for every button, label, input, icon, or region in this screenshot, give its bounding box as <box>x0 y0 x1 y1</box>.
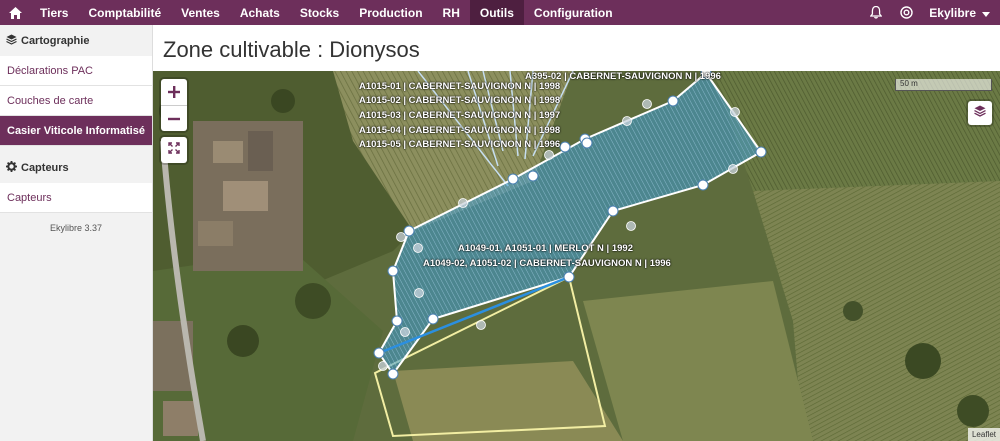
home-icon[interactable] <box>0 0 30 25</box>
globe-icon[interactable] <box>891 0 921 25</box>
page-title: Zone cultivable : Dionysos <box>163 37 420 62</box>
caret-down-icon <box>982 6 990 20</box>
sidebar-section-capteurs: Capteurs <box>0 152 152 183</box>
parcel-label: A1049-02, A1051-02 | CABERNET-SAUVIGNON … <box>423 258 671 269</box>
sidebar-item-capteurs[interactable]: Capteurs <box>0 183 152 213</box>
sidebar-item-declarations-pac[interactable]: Déclarations PAC <box>0 56 152 86</box>
nav-configuration[interactable]: Configuration <box>524 0 623 25</box>
parcel-label: A1015-01 | CABERNET-SAUVIGNON N | 1998 <box>359 81 561 92</box>
parcel-label: A1015-04 | CABERNET-SAUVIGNON N | 1998 <box>359 125 561 136</box>
nav-production[interactable]: Production <box>349 0 432 25</box>
nav-achats[interactable]: Achats <box>230 0 290 25</box>
sidebar-item-casier-viticole[interactable]: Casier Viticole Informatisé <box>0 116 152 146</box>
nav-comptabilite[interactable]: Comptabilité <box>78 0 171 25</box>
layers-icon <box>6 34 17 48</box>
nav-outils[interactable]: Outils <box>469 0 524 25</box>
expand-icon <box>168 141 180 159</box>
parcel-label: A1049-01, A1051-01 | MERLOT N | 1992 <box>458 243 633 254</box>
zoom-out-button[interactable] <box>161 105 187 131</box>
zoom-control <box>161 79 187 131</box>
sidebar-section-cartographie: Cartographie <box>0 25 152 56</box>
parcel-label: A1015-02 | CABERNET-SAUVIGNON N | 1998 <box>359 95 561 106</box>
map-scale: 50 m <box>895 79 992 91</box>
map-attribution[interactable]: Leaflet <box>967 428 1000 441</box>
nav-rh[interactable]: RH <box>433 0 470 25</box>
sidebar: Cartographie Déclarations PAC Couches de… <box>0 25 153 441</box>
user-menu[interactable]: Ekylibre <box>921 6 1000 20</box>
zoom-in-button[interactable] <box>161 79 187 105</box>
gear-icon <box>6 160 17 175</box>
bell-icon[interactable] <box>861 0 891 25</box>
sidebar-section-title: Capteurs <box>21 161 69 174</box>
satellite-imagery <box>153 71 1000 441</box>
parcel-label: A1015-03 | CABERNET-SAUVIGNON N | 1997 <box>359 110 561 121</box>
nav-tiers[interactable]: Tiers <box>30 0 78 25</box>
user-name: Ekylibre <box>929 5 976 20</box>
app-version: Ekylibre 3.37 <box>49 223 103 233</box>
top-navbar: Tiers Comptabilité Ventes Achats Stocks … <box>0 0 1000 25</box>
sidebar-section-title: Cartographie <box>21 34 90 47</box>
map-view[interactable]: A395-02 | CABERNET-SAUVIGNON N | 1996 A1… <box>153 71 1000 441</box>
parcel-label: A1015-05 | CABERNET-SAUVIGNON N | 1996 <box>359 139 561 150</box>
layers-icon <box>974 104 986 122</box>
fullscreen-button[interactable] <box>161 137 187 163</box>
layers-control-button[interactable] <box>968 101 992 125</box>
nav-stocks[interactable]: Stocks <box>290 0 349 25</box>
sidebar-item-couches-de-carte[interactable]: Couches de carte <box>0 86 152 116</box>
nav-ventes[interactable]: Ventes <box>171 0 230 25</box>
